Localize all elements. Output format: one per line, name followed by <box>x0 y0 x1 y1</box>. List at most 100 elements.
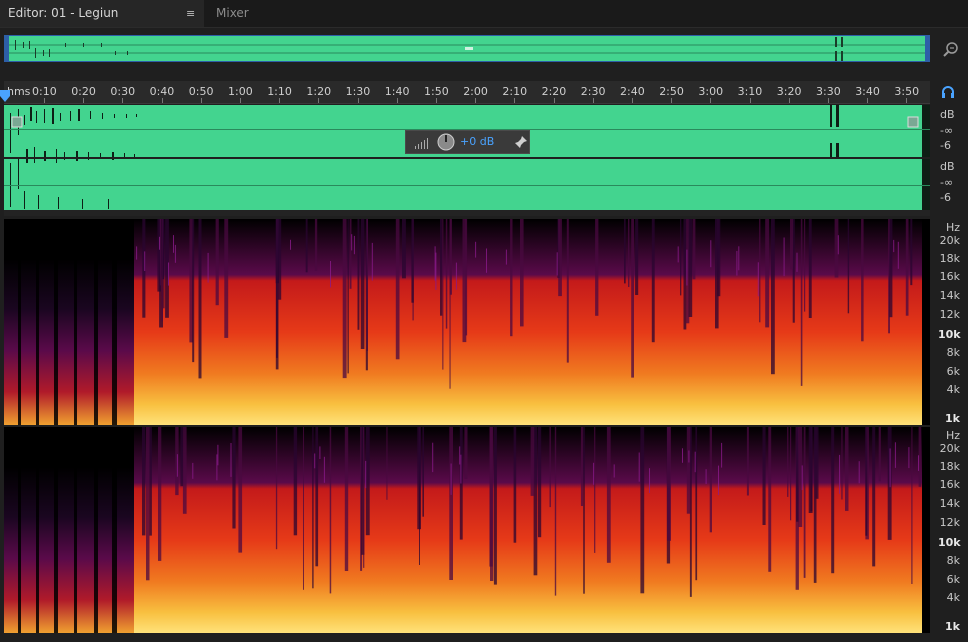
spectrogram-spike <box>705 469 707 484</box>
spectrogram-streak <box>344 427 349 571</box>
spectrogram-streak <box>861 219 864 342</box>
spectrogram-streak <box>759 219 761 323</box>
hz-unit-label: Hz <box>945 429 960 442</box>
tab-bar: Editor: 01 - Legiun Nusantara.mp3 ≡ Mixe… <box>0 0 968 47</box>
spectrogram-channel-2[interactable] <box>4 427 930 633</box>
spectrogram-spike <box>505 249 507 265</box>
ruler-tick-mark <box>906 98 908 103</box>
ruler-tick-label: 2:20 <box>541 85 567 98</box>
spectrogram-spike <box>783 237 785 277</box>
spectrogram-streak <box>180 427 184 487</box>
spectrogram-streak <box>688 219 693 317</box>
ruler-tick-mark <box>475 98 477 103</box>
spectrogram-spike <box>837 235 839 255</box>
playhead-icon[interactable] <box>0 90 10 102</box>
spectrogram-streak <box>386 427 388 500</box>
spectrogram-spike <box>918 455 919 471</box>
spectrogram-streak <box>224 219 229 338</box>
spectrogram-streak <box>624 219 626 284</box>
spectrogram-streak <box>692 219 696 280</box>
tab-menu-icon[interactable]: ≡ <box>186 0 195 27</box>
spectrogram-streak <box>422 427 424 517</box>
waveform-display[interactable] <box>4 105 930 210</box>
panel-divider[interactable] <box>4 210 930 216</box>
level-bars-icon <box>415 138 428 149</box>
hz-label: 20k <box>939 442 960 455</box>
ruler-tick-mark <box>318 98 320 103</box>
headphones-icon[interactable] <box>941 85 955 99</box>
spectrogram-streak <box>683 219 687 330</box>
spectrogram-streak <box>762 427 766 525</box>
pin-icon[interactable] <box>514 135 528 149</box>
spectrogram-spike <box>718 465 719 496</box>
spectrogram-streak <box>360 219 365 349</box>
spectrogram-streak <box>303 427 304 590</box>
spectrogram-spike <box>159 236 160 250</box>
gain-knob-icon[interactable] <box>436 132 456 152</box>
spectrogram-streak <box>520 219 524 327</box>
spectrogram-end <box>922 427 930 633</box>
spectrogram-streak <box>312 427 314 589</box>
spectrogram-streak <box>293 427 298 536</box>
ruler-tick-label: 0:20 <box>71 85 96 98</box>
fade-in-handle[interactable] <box>11 116 23 128</box>
spectrogram-streak <box>513 427 517 543</box>
spectrogram-channel-1[interactable] <box>4 219 930 425</box>
spectrogram-streak <box>566 219 569 363</box>
ruler-tick-label: 3:10 <box>737 85 763 98</box>
hz-label: 18k <box>939 252 960 265</box>
spectrogram-streak <box>695 427 698 581</box>
spectrogram-spike <box>593 462 595 485</box>
gain-hud[interactable]: +0 dB <box>405 130 530 154</box>
spectrogram-streak <box>631 219 634 378</box>
spectrogram-spike <box>897 241 899 269</box>
spectrogram-streak <box>594 427 596 553</box>
hz-unit-label: Hz <box>945 221 960 234</box>
tab-editor[interactable]: Editor: 01 - Legiun Nusantara.mp3 ≡ <box>0 0 204 47</box>
spectrogram-spike <box>144 251 146 271</box>
hz-label: 18k <box>939 460 960 473</box>
spectrogram-streak <box>349 219 352 289</box>
ruler-tick-mark <box>396 98 398 103</box>
spectrogram-streak <box>449 427 453 580</box>
hz-label: 4k <box>946 591 960 604</box>
spectrogram-streak <box>445 219 448 329</box>
ruler-tick-label: 0:30 <box>110 85 136 98</box>
tab-mixer[interactable]: Mixer <box>208 0 268 27</box>
spectrogram-streak <box>790 219 793 270</box>
spectrogram-gap <box>112 467 117 633</box>
ch2-inf-label: -∞ <box>940 176 954 189</box>
spectrogram-streak <box>142 427 146 536</box>
spectrogram-spike <box>710 240 712 268</box>
spectrogram-streak <box>278 219 282 300</box>
spectrogram-spike <box>459 446 461 465</box>
spectrogram-streak <box>159 219 161 286</box>
gain-value[interactable]: +0 dB <box>460 135 494 148</box>
ruler-tick-label: 3:20 <box>776 85 802 98</box>
ch1-db-unit: dB <box>940 108 955 121</box>
ruler-tick-mark <box>632 98 633 103</box>
zoom-magnifier-icon[interactable] <box>942 40 960 58</box>
ruler-tick-label: 2:30 <box>580 85 606 98</box>
ruler-tick-label: 2:00 <box>463 85 488 98</box>
spectrogram-spike <box>216 454 218 481</box>
spectrogram-streak <box>746 427 749 496</box>
spectrogram-streak <box>411 219 414 303</box>
ruler-tick-label: 1:10 <box>267 85 292 98</box>
spectrogram-streak <box>510 219 513 337</box>
overview-waveform <box>5 36 929 61</box>
spectrogram-streak <box>402 219 406 279</box>
spectrogram-streak <box>347 219 349 374</box>
spectrogram-streak <box>911 427 913 584</box>
ruler-tick-label: 2:40 <box>620 85 645 98</box>
overview-navigator[interactable] <box>4 35 930 62</box>
time-ruler[interactable]: hms 0:10 0:20 0:30 0:40 0:50 1:00 1:10 1:20 1:30… <box>4 81 930 104</box>
fade-out-handle[interactable] <box>907 116 919 128</box>
spectrogram-streak <box>357 219 360 330</box>
spectrogram-streak <box>635 219 639 295</box>
spectrogram-streak <box>198 219 202 379</box>
spectrogram-streak <box>765 219 770 328</box>
hz-label: 20k <box>939 234 960 247</box>
ruler-tick-label: 0:40 <box>149 85 175 98</box>
spectrogram-streak <box>449 219 452 295</box>
